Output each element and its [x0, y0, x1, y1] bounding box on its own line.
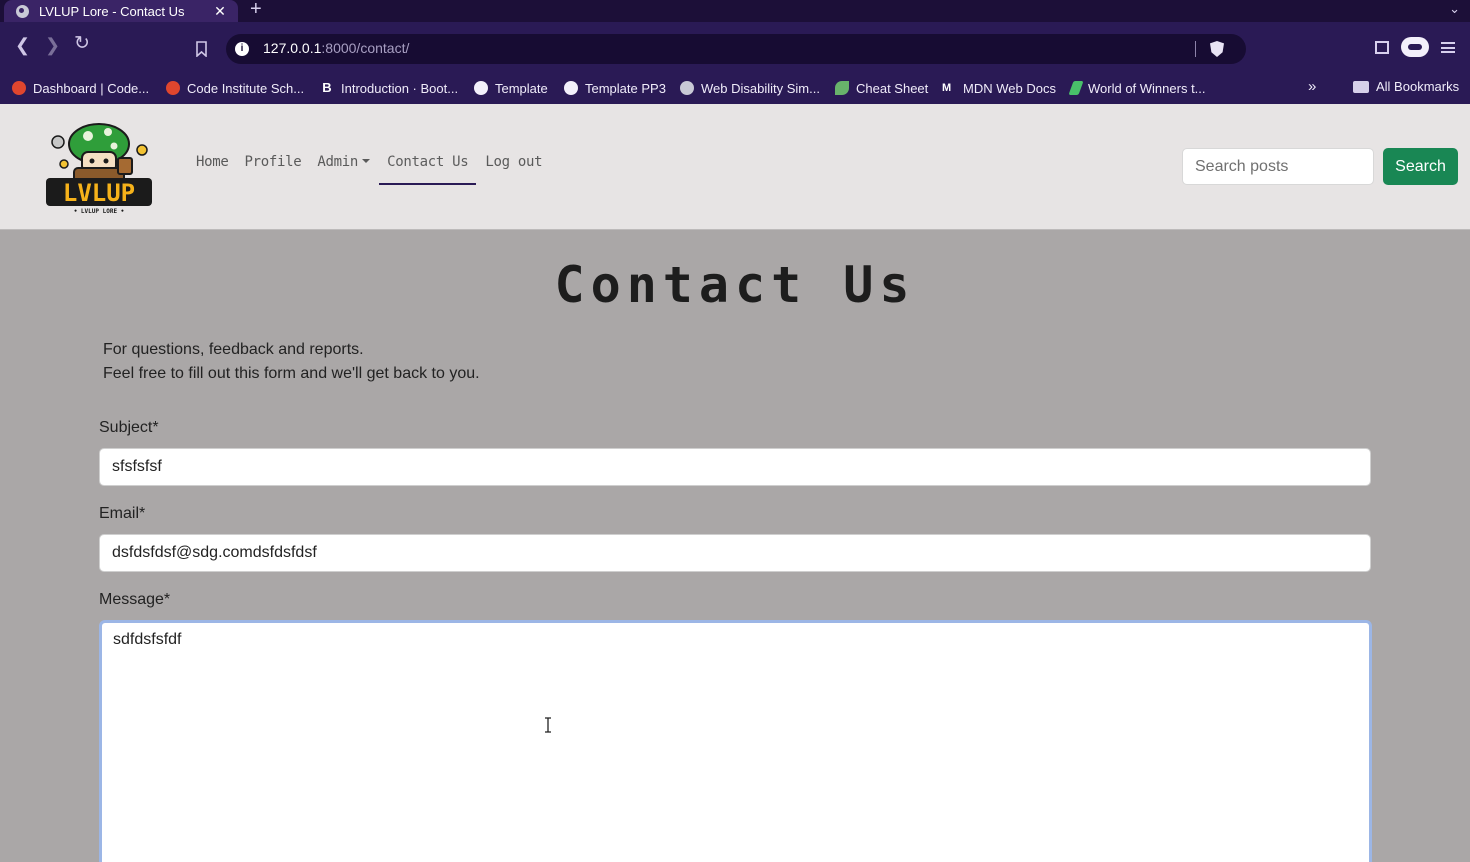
- email-label: Email*: [99, 505, 146, 522]
- page-title: Contact Us: [554, 256, 916, 314]
- search-button[interactable]: Search: [1383, 148, 1458, 185]
- bookmark-item[interactable]: Dashboard | Code...: [12, 79, 149, 97]
- bookmark-item[interactable]: B Introduction · Boot...: [320, 79, 458, 97]
- forward-button[interactable]: ❯: [45, 36, 60, 54]
- wallet-icon[interactable]: [1401, 37, 1429, 57]
- menu-icon[interactable]: [1441, 42, 1455, 53]
- globe-icon: [680, 81, 694, 95]
- mdn-icon: M: [942, 82, 952, 94]
- nav-home-link[interactable]: Home: [196, 154, 229, 185]
- bookmark-item[interactable]: Cheat Sheet: [835, 79, 928, 97]
- winners-icon: [1068, 81, 1084, 95]
- bookmark-label: Dashboard | Code...: [33, 80, 150, 96]
- tab-title: LVLUP Lore - Contact Us: [39, 3, 185, 19]
- code-institute-icon: [12, 81, 26, 95]
- text-cursor-icon: [545, 717, 551, 733]
- leaf-icon: [835, 81, 849, 95]
- nav-admin-label: Admin: [317, 154, 359, 170]
- sidebar-toggle-icon[interactable]: [1375, 41, 1389, 54]
- bookmark-item[interactable]: M MDN Web Docs: [942, 79, 1056, 97]
- search-input[interactable]: [1182, 148, 1374, 185]
- logo-wordmark: LVLUP: [63, 179, 135, 207]
- browser-toolbar: ❮ ❯ ↻ i 127.0.0.1:8000/contact/: [0, 22, 1470, 72]
- all-bookmarks-button[interactable]: All Bookmarks: [1353, 79, 1459, 94]
- message-textarea[interactable]: sdfdsfsfdf: [99, 620, 1372, 862]
- bookmark-label: Web Disability Sim...: [701, 80, 820, 96]
- bookmark-label: MDN Web Docs: [963, 80, 1056, 96]
- bookmarks-overflow-button[interactable]: »: [1308, 78, 1316, 95]
- nav-profile-link[interactable]: Profile: [245, 154, 302, 185]
- bookmark-label: World of Winners t...: [1088, 80, 1206, 96]
- message-label: Message*: [99, 591, 171, 608]
- browser-tab-active[interactable]: LVLUP Lore - Contact Us ✕: [4, 0, 238, 22]
- tab-list-chevron-icon[interactable]: ⌄: [1449, 1, 1460, 17]
- reload-button[interactable]: ↻: [74, 34, 90, 53]
- nav-admin-dropdown[interactable]: Admin: [317, 154, 371, 185]
- intro-line: Feel free to fill out this form and we'l…: [103, 365, 480, 382]
- all-bookmarks-label: All Bookmarks: [1376, 79, 1460, 94]
- github-icon: [564, 81, 578, 95]
- email-input[interactable]: [99, 534, 1371, 572]
- bookmark-label: Introduction · Boot...: [341, 80, 459, 96]
- github-icon: [474, 81, 488, 95]
- tab-close-icon[interactable]: ✕: [210, 3, 230, 20]
- bookmark-label: Cheat Sheet: [856, 80, 929, 96]
- bootstrap-icon: B: [322, 80, 332, 95]
- nav-logout-link[interactable]: Log out: [485, 154, 542, 185]
- site-info-icon[interactable]: i: [235, 42, 249, 56]
- bookmark-label: Code Institute Sch...: [187, 80, 305, 96]
- subject-label: Subject*: [99, 419, 159, 436]
- bookmark-label: Template PP3: [585, 80, 666, 96]
- intro-line: For questions, feedback and reports.: [103, 341, 364, 358]
- intro-text: For questions, feedback and reports. Fee…: [103, 338, 480, 386]
- brave-shield-icon[interactable]: [1210, 41, 1224, 57]
- lvlup-logo[interactable]: LVLUP • LVLUP LORE •: [44, 120, 154, 216]
- code-institute-icon: [166, 81, 180, 95]
- logo-subtext: • LVLUP LORE •: [74, 208, 125, 215]
- caret-down-icon: [362, 159, 371, 163]
- address-bar-divider: [1195, 41, 1196, 57]
- globe-icon: [16, 4, 29, 18]
- subject-input[interactable]: [99, 448, 1371, 486]
- browser-tab-bar: LVLUP Lore - Contact Us ✕ + ⌄: [0, 0, 1470, 22]
- new-tab-button[interactable]: +: [250, 0, 262, 21]
- bookmark-item[interactable]: World of Winners t...: [1068, 79, 1206, 97]
- bookmark-item[interactable]: Template PP3: [564, 79, 666, 97]
- bookmark-label: Template: [495, 80, 548, 96]
- folder-icon: [1353, 80, 1369, 93]
- nav-contact-link[interactable]: Contact Us: [379, 154, 477, 185]
- bookmark-item[interactable]: Code Institute Sch...: [166, 79, 304, 97]
- url-text: 127.0.0.1:8000/contact/: [263, 40, 410, 56]
- bookmarks-bar: Dashboard | Code... Code Institute Sch..…: [0, 72, 1470, 104]
- bookmark-item[interactable]: Template: [474, 79, 548, 97]
- bookmark-icon[interactable]: [195, 41, 208, 57]
- bookmark-item[interactable]: Web Disability Sim...: [680, 79, 820, 97]
- site-navbar: LVLUP • LVLUP LORE • Home Profile Admin …: [0, 104, 1470, 230]
- main-nav: Home Profile Admin Contact Us Log out: [196, 154, 558, 185]
- address-bar[interactable]: i 127.0.0.1:8000/contact/: [226, 34, 1246, 64]
- back-button[interactable]: ❮: [15, 36, 30, 54]
